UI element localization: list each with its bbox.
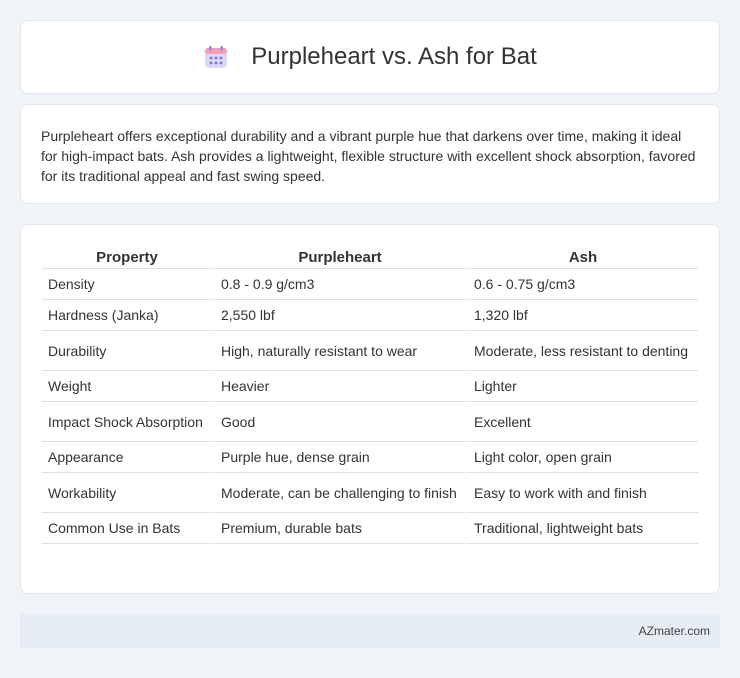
cell-ash: 0.6 - 0.75 g/cm3 xyxy=(465,269,698,300)
table-header-row: Property Purpleheart Ash xyxy=(42,245,698,269)
calendar-icon xyxy=(205,46,228,68)
cell-property: Durability xyxy=(42,331,212,371)
table-row: Workability Moderate, can be challenging… xyxy=(42,473,698,513)
column-header-property: Property xyxy=(42,245,212,269)
summary-card: Purpleheart offers exceptional durabilit… xyxy=(20,104,720,204)
cell-property: Density xyxy=(42,269,212,300)
cell-ash: Light color, open grain xyxy=(465,442,698,473)
page-title: Purpleheart vs. Ash for Bat xyxy=(251,43,537,70)
table-row: Hardness (Janka) 2,550 lbf 1,320 lbf xyxy=(42,300,698,331)
comparison-table: Property Purpleheart Ash Density 0.8 - 0… xyxy=(42,245,698,544)
cell-ash: Excellent xyxy=(465,402,698,442)
cell-ash: Easy to work with and finish xyxy=(465,473,698,513)
column-header-ash: Ash xyxy=(465,245,698,269)
cell-purpleheart: 0.8 - 0.9 g/cm3 xyxy=(212,269,465,300)
comparison-table-card: Property Purpleheart Ash Density 0.8 - 0… xyxy=(20,224,720,594)
table-row: Density 0.8 - 0.9 g/cm3 0.6 - 0.75 g/cm3 xyxy=(42,269,698,300)
header-card: Purpleheart vs. Ash for Bat xyxy=(20,20,720,94)
column-header-purpleheart: Purpleheart xyxy=(212,245,465,269)
cell-purpleheart: Moderate, can be challenging to finish xyxy=(212,473,465,513)
table-row: Impact Shock Absorption Good Excellent xyxy=(42,402,698,442)
cell-property: Weight xyxy=(42,371,212,402)
footer: AZmater.com xyxy=(20,614,720,648)
table-row: Common Use in Bats Premium, durable bats… xyxy=(42,513,698,544)
cell-ash: Lighter xyxy=(465,371,698,402)
summary-text: Purpleheart offers exceptional durabilit… xyxy=(41,128,696,184)
cell-property: Impact Shock Absorption xyxy=(42,402,212,442)
cell-purpleheart: High, naturally resistant to wear xyxy=(212,331,465,371)
header: Purpleheart vs. Ash for Bat xyxy=(203,43,537,71)
footer-site-link[interactable]: AZmater.com xyxy=(639,624,710,638)
cell-ash: 1,320 lbf xyxy=(465,300,698,331)
cell-ash: Moderate, less resistant to denting xyxy=(465,331,698,371)
cell-property: Workability xyxy=(42,473,212,513)
cell-ash: Traditional, lightweight bats xyxy=(465,513,698,544)
cell-purpleheart: Premium, durable bats xyxy=(212,513,465,544)
cell-property: Hardness (Janka) xyxy=(42,300,212,331)
cell-purpleheart: Heavier xyxy=(212,371,465,402)
table-row: Weight Heavier Lighter xyxy=(42,371,698,402)
cell-property: Appearance xyxy=(42,442,212,473)
table-row: Appearance Purple hue, dense grain Light… xyxy=(42,442,698,473)
cell-purpleheart: 2,550 lbf xyxy=(212,300,465,331)
table-row: Durability High, naturally resistant to … xyxy=(42,331,698,371)
cell-purpleheart: Purple hue, dense grain xyxy=(212,442,465,473)
cell-purpleheart: Good xyxy=(212,402,465,442)
cell-property: Common Use in Bats xyxy=(42,513,212,544)
